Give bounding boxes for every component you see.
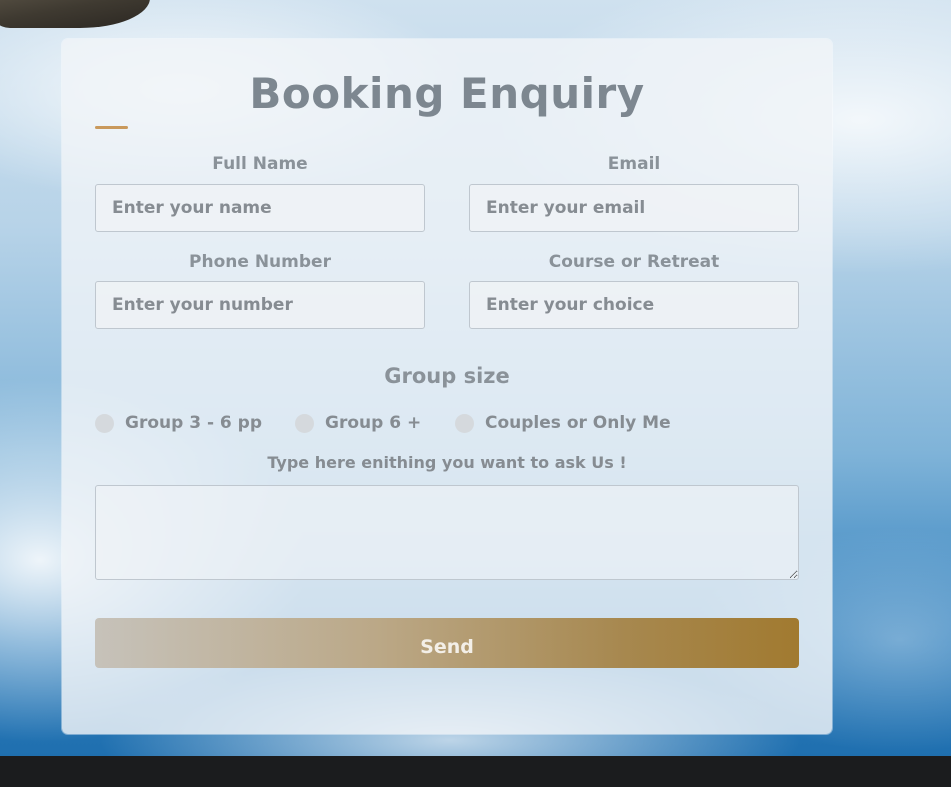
footer-bar	[0, 756, 951, 787]
group-size-title: Group size	[384, 364, 510, 388]
title-accent-line	[95, 126, 128, 129]
radio-couples[interactable]: Couples or Only Me	[455, 411, 671, 435]
course-input[interactable]	[469, 281, 799, 329]
full-name-label: Full Name	[212, 154, 308, 174]
phone-label: Phone Number	[189, 252, 331, 272]
send-button[interactable]: Send	[95, 618, 799, 668]
course-label: Course or Retreat	[548, 252, 720, 272]
phone-input[interactable]	[95, 281, 425, 329]
radio-label: Couples or Only Me	[485, 413, 671, 433]
email-label: Email	[607, 154, 661, 174]
radio-button[interactable]	[295, 413, 314, 433]
radio-button[interactable]	[95, 413, 114, 433]
radio-group-3-6[interactable]: Group 3 - 6 pp	[95, 411, 262, 435]
radio-label: Group 6 +	[325, 413, 422, 433]
message-textarea[interactable]	[95, 485, 799, 580]
cliff-rock	[0, 0, 150, 28]
email-input[interactable]	[469, 184, 799, 232]
booking-form-card: Booking Enquiry Full Name Email Phone Nu…	[62, 39, 832, 734]
form-title: Booking Enquiry	[249, 69, 645, 118]
radio-button[interactable]	[455, 413, 474, 433]
radio-group-6-plus[interactable]: Group 6 +	[295, 411, 421, 435]
full-name-input[interactable]	[95, 184, 425, 232]
radio-label: Group 3 - 6 pp	[125, 413, 263, 433]
message-label: Type here enithing you want to ask Us !	[267, 453, 627, 472]
